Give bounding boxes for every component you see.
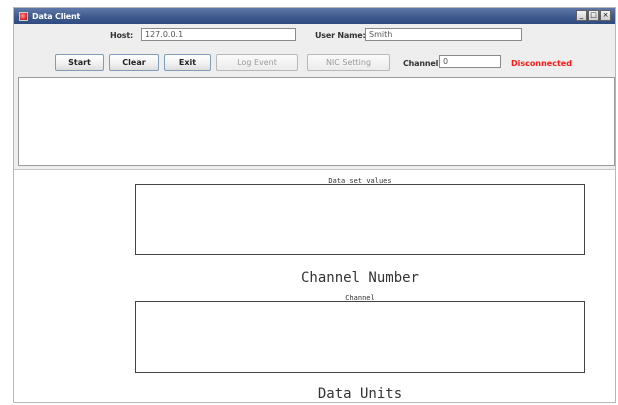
data-set-values-plot [135, 184, 585, 255]
log-event-button[interactable]: Log Event [216, 54, 298, 71]
plot-panel: Data set values Channel Number Channel D… [14, 169, 615, 402]
window-title: Data Client [32, 11, 81, 21]
exit-button[interactable]: Exit [164, 54, 211, 71]
host-label: Host: [110, 31, 133, 40]
user-name-field[interactable]: Smith [365, 28, 522, 41]
data-client-window: Data Client _ □ × Host: 127.0.0.1 User N… [13, 7, 616, 403]
channel-label: Channel: [403, 59, 442, 68]
connection-status: Disconnected [511, 59, 572, 68]
user-name-label: User Name: [315, 31, 366, 40]
window-controls: _ □ × [576, 10, 611, 21]
maximize-icon[interactable]: □ [588, 10, 599, 21]
nic-setting-button[interactable]: NIC Setting [307, 54, 390, 71]
data-units-axis-label: Data Units [317, 386, 403, 402]
channel-plot [135, 301, 585, 373]
event-log-area[interactable] [18, 77, 615, 166]
app-icon [19, 11, 28, 21]
host-field[interactable]: 127.0.0.1 [141, 28, 296, 41]
close-icon[interactable]: × [600, 10, 611, 21]
channel-field[interactable]: 0 [439, 55, 501, 68]
minimize-icon[interactable]: _ [576, 10, 587, 21]
clear-button[interactable]: Clear [109, 54, 159, 71]
channel-number-axis-label: Channel Number [300, 270, 419, 286]
title-bar[interactable]: Data Client _ □ × [14, 8, 615, 24]
start-button[interactable]: Start [55, 54, 104, 71]
